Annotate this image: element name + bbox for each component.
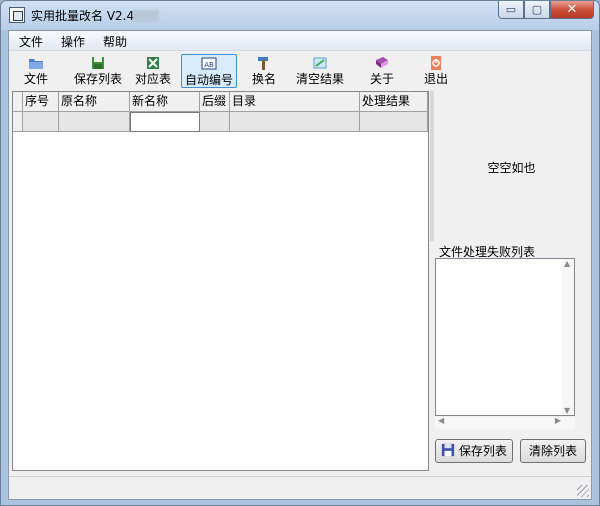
menu-help[interactable]: 帮助	[101, 33, 129, 50]
scroll-left-icon[interactable]: ◀	[438, 416, 444, 425]
scroll-down-icon[interactable]: ▼	[564, 406, 570, 415]
column-header[interactable]: 后缀	[200, 92, 230, 112]
table-cell-editor[interactable]	[130, 112, 200, 132]
table-header: 序号 原名称 新名称 后缀 目录 处理结果	[13, 92, 428, 112]
save-icon	[441, 443, 455, 457]
exit-icon	[431, 56, 441, 70]
toolbar-label: 关于	[369, 72, 394, 86]
folder-icon	[29, 59, 43, 69]
toolbar: 文件 保存列表 对应表 AB 自动编号 换名 清空结果 关于 退出	[9, 52, 591, 90]
svg-text:AB: AB	[204, 61, 214, 69]
toolbar-exit-button[interactable]: 退出	[419, 54, 453, 88]
app-window: 实用批量改名 V2.4 ▭ ▢ ✕ 文件 操作 帮助 文件 保存列表 对应表 A…	[0, 0, 600, 506]
file-table[interactable]: 序号 原名称 新名称 后缀 目录 处理结果	[12, 91, 429, 471]
horizontal-scrollbar[interactable]: ◀ ▶	[435, 416, 575, 429]
auto-number-icon: AB	[201, 57, 217, 70]
maximize-icon: ▢	[531, 3, 543, 16]
menu-operation[interactable]: 操作	[59, 33, 87, 50]
toolbar-file-button[interactable]: 文件	[17, 54, 55, 88]
minimize-icon: ▭	[505, 3, 517, 16]
client-area: 文件 操作 帮助 文件 保存列表 对应表 AB 自动编号 换名 清空结果 关于 …	[8, 30, 592, 500]
table-row[interactable]	[13, 112, 428, 132]
row-indicator	[13, 112, 23, 132]
column-header[interactable]: 目录	[230, 92, 360, 112]
toolbar-auto-number-button[interactable]: AB 自动编号	[181, 54, 237, 88]
vertical-scrollbar[interactable]: ▲ ▼	[562, 259, 574, 415]
clear-list-label: 清除列表	[528, 444, 577, 458]
app-icon[interactable]	[9, 7, 25, 23]
table-cell[interactable]	[59, 112, 130, 132]
title-bar: 实用批量改名 V2.4 ▭ ▢ ✕	[1, 1, 599, 29]
column-header[interactable]: 原名称	[59, 92, 130, 112]
book-icon	[376, 57, 388, 68]
table-cell[interactable]	[23, 112, 59, 132]
minimize-button[interactable]: ▭	[498, 1, 524, 19]
toolbar-about-button[interactable]: 关于	[365, 54, 399, 88]
close-button[interactable]: ✕	[550, 1, 594, 19]
toolbar-label: 清空结果	[295, 72, 344, 86]
column-header[interactable]: 新名称	[130, 92, 200, 112]
table-cell[interactable]	[200, 112, 230, 132]
toolbar-clear-results-button[interactable]: 清空结果	[291, 54, 349, 88]
toolbar-save-list-button[interactable]: 保存列表	[69, 54, 127, 88]
column-header[interactable]: 序号	[23, 92, 59, 112]
excel-icon	[147, 57, 159, 69]
fail-list-panel: 文件处理失败列表 ▲ ▼ ◀ ▶ 保存列表 清除列表	[433, 243, 590, 473]
caption-buttons: ▭ ▢ ✕	[498, 1, 594, 19]
toolbar-label: 退出	[423, 72, 448, 86]
table-cell[interactable]	[230, 112, 360, 132]
close-icon: ✕	[566, 2, 578, 17]
column-header[interactable]: 处理结果	[360, 92, 428, 112]
fail-list[interactable]: ▲ ▼	[435, 258, 575, 416]
preview-panel: 空空如也	[433, 91, 590, 241]
scroll-right-icon[interactable]: ▶	[555, 416, 561, 425]
save-icon	[92, 57, 104, 69]
menu-bar: 文件 操作 帮助	[9, 31, 591, 51]
toolbar-mapping-table-button[interactable]: 对应表	[131, 54, 175, 88]
save-list-label: 保存列表	[458, 444, 507, 458]
scroll-up-icon[interactable]: ▲	[564, 259, 570, 268]
save-list-button[interactable]: 保存列表	[435, 439, 513, 463]
window-title: 实用批量改名 V2.4	[31, 9, 135, 23]
toolbar-label: 自动编号	[184, 73, 233, 87]
table-cell[interactable]	[360, 112, 428, 132]
rename-hammer-icon	[258, 57, 268, 70]
toolbar-label: 保存列表	[73, 72, 122, 86]
clear-list-button[interactable]: 清除列表	[520, 439, 586, 463]
blurred-area	[133, 10, 159, 22]
toolbar-label: 对应表	[134, 72, 171, 86]
status-bar	[9, 476, 591, 499]
clear-icon	[313, 57, 327, 69]
maximize-button[interactable]: ▢	[524, 1, 550, 19]
menu-file[interactable]: 文件	[17, 33, 45, 50]
resize-grip-icon[interactable]	[577, 485, 589, 497]
toolbar-label: 文件	[23, 72, 48, 86]
toolbar-rename-button[interactable]: 换名	[247, 54, 281, 88]
empty-placeholder: 空空如也	[487, 161, 536, 175]
header-indicator	[13, 92, 23, 112]
toolbar-label: 换名	[251, 72, 276, 86]
